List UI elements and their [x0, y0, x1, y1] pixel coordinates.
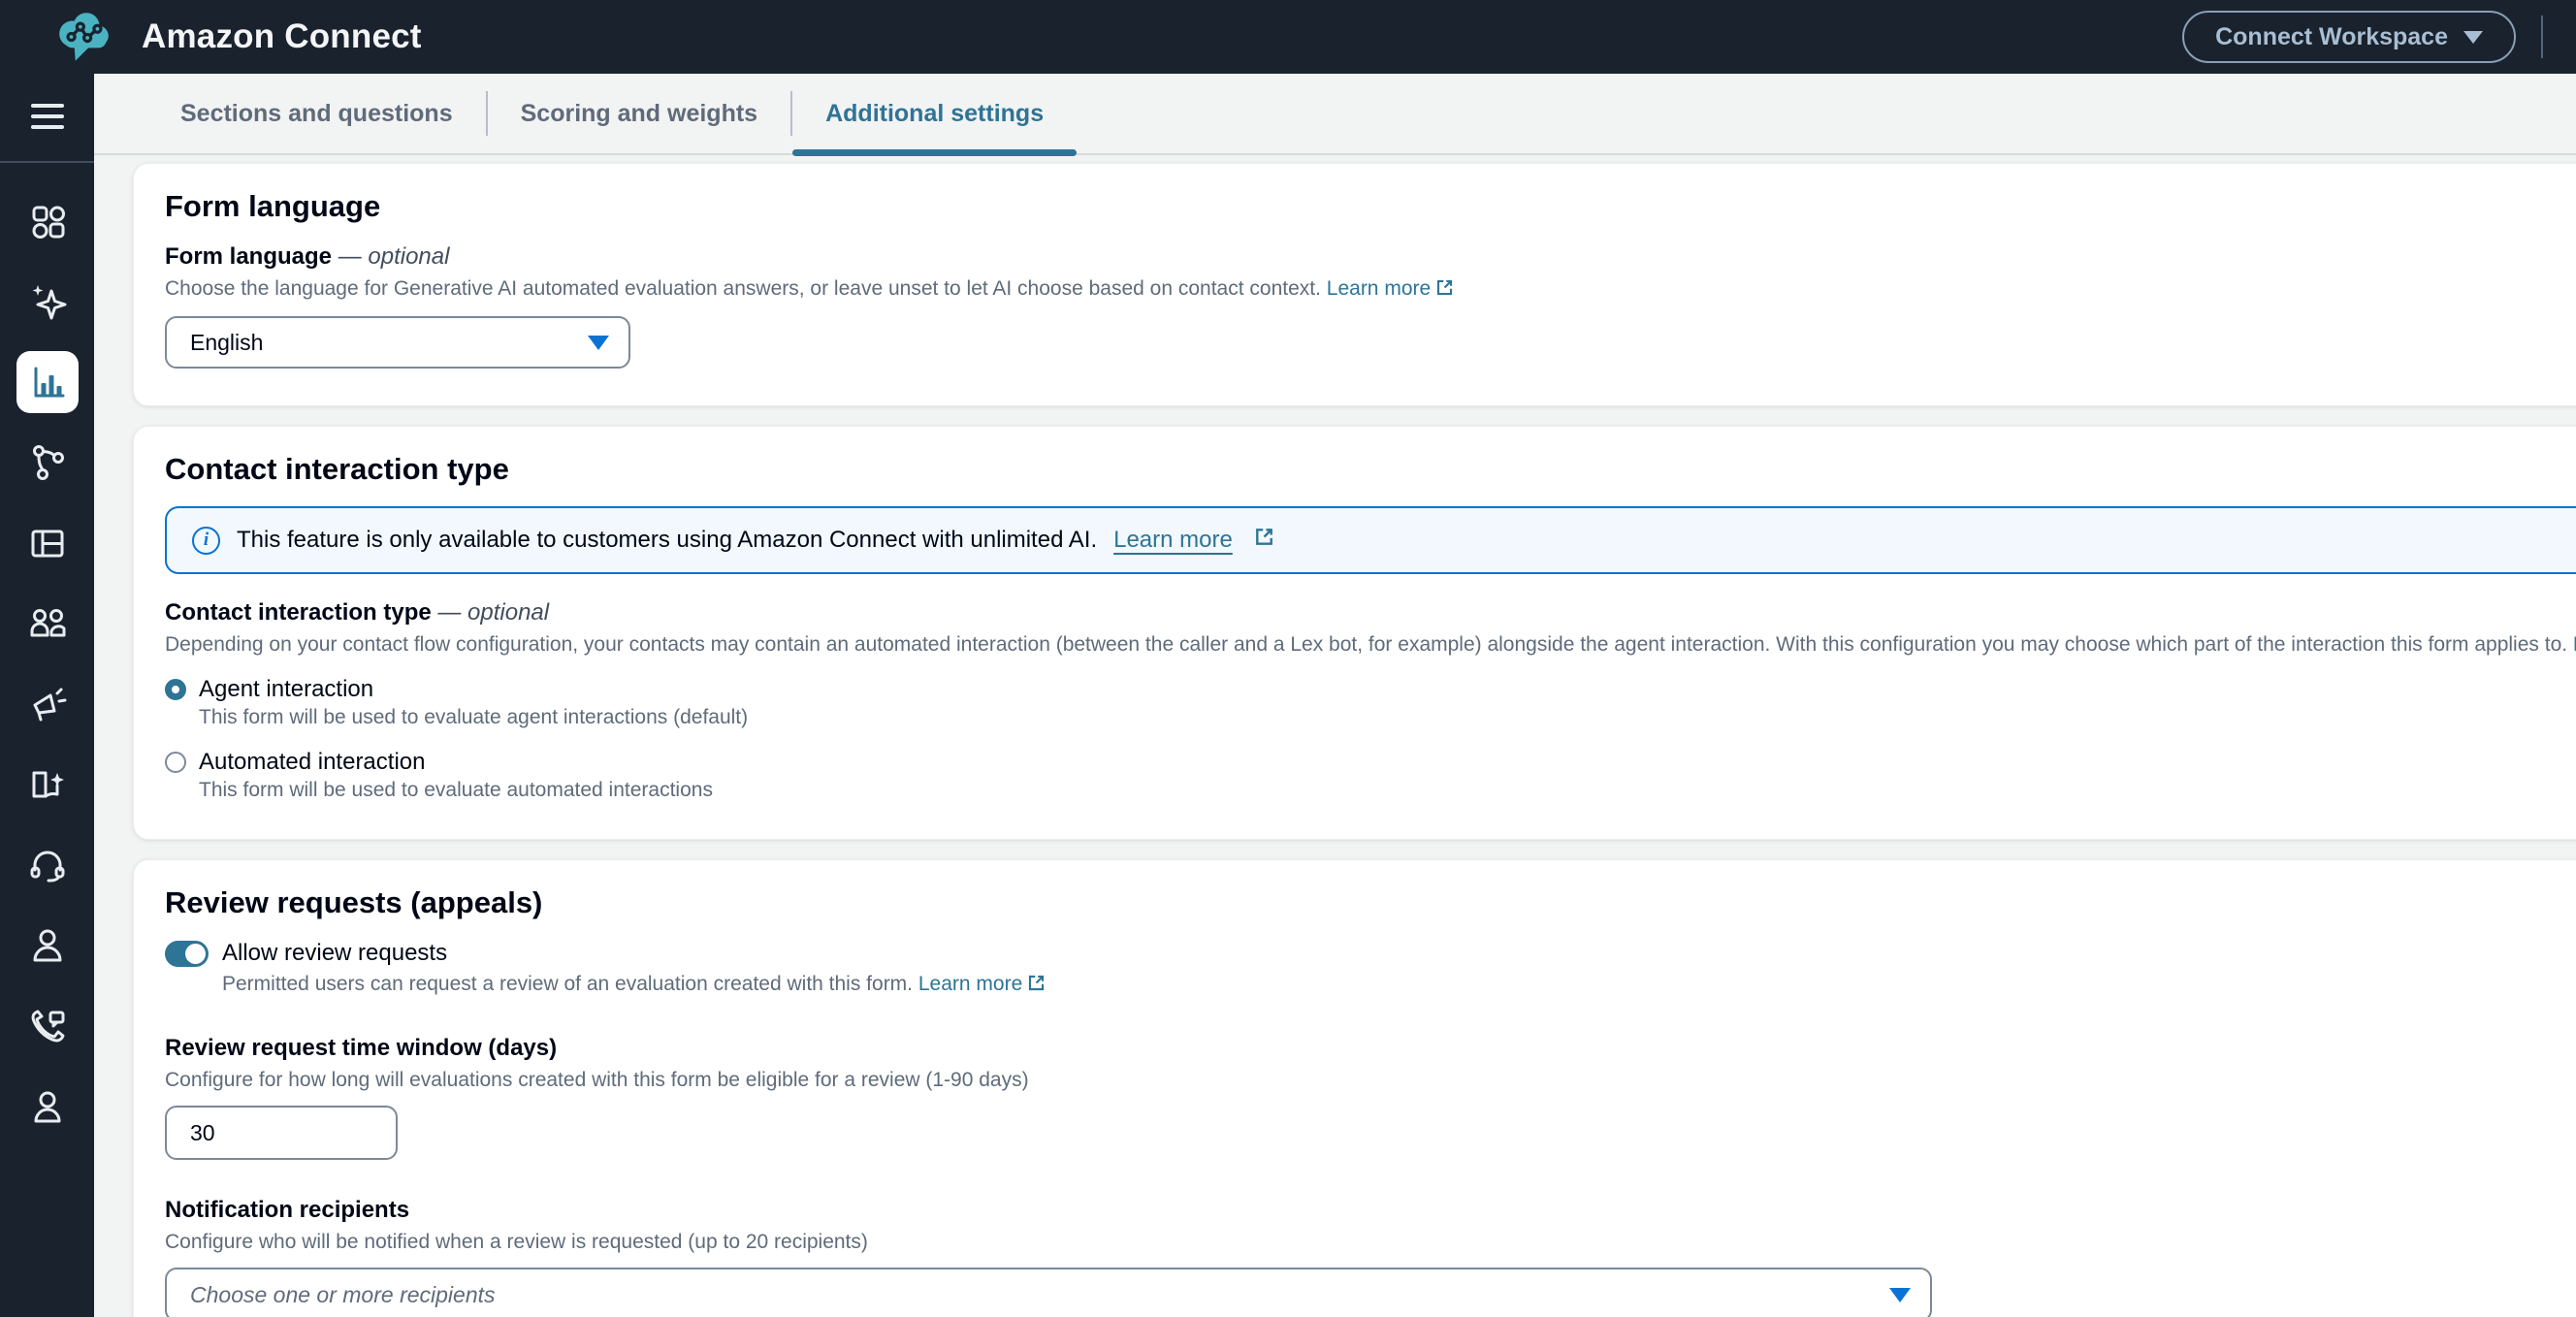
ai-sparkle-icon[interactable] [0, 261, 94, 341]
radio-automated-interaction[interactable]: Automated interaction [165, 749, 2576, 776]
header-divider [2541, 16, 2543, 58]
connect-workspace-button[interactable]: Connect Workspace [2182, 11, 2516, 63]
review-requests-card: Review requests (appeals) Allow review r… [133, 859, 2576, 1317]
tab-sections-and-questions[interactable]: Sections and questions [147, 74, 486, 154]
form-language-select[interactable]: English [165, 316, 630, 369]
caret-down-icon [588, 336, 609, 350]
external-link-icon [1027, 974, 1046, 998]
form-language-description: Choose the language for Generative AI au… [165, 277, 2576, 303]
external-link-icon [1435, 278, 1454, 303]
allow-review-requests-toggle[interactable] [165, 941, 209, 967]
active-nav-highlight [16, 351, 79, 413]
notification-recipients-description: Configure who will be notified when a re… [165, 1231, 2576, 1254]
contact-interaction-heading: Contact interaction type [165, 452, 2576, 487]
allow-review-requests-description: Permitted users can request a review of … [222, 973, 2576, 998]
profile-person-icon[interactable] [0, 1066, 94, 1146]
allow-review-requests-row: Allow review requests [165, 940, 2576, 967]
notification-recipients-label: Notification recipients [165, 1197, 2576, 1224]
notification-recipients-block: Notification recipients Configure who wi… [165, 1197, 2576, 1317]
banner-learn-more-link[interactable]: Learn more [1113, 527, 1233, 554]
time-window-description: Configure for how long will evaluations … [165, 1069, 2576, 1092]
headset-icon[interactable] [0, 824, 94, 905]
form-language-label: Form language — optional [165, 243, 2576, 271]
radio-unselected-icon[interactable] [165, 752, 186, 773]
info-banner-text: This feature is only available to custom… [237, 527, 1097, 554]
notification-recipients-select[interactable]: Choose one or more recipients [165, 1268, 1932, 1317]
main-content: Sections and questions Scoring and weigh… [94, 74, 2576, 1317]
phone-chat-icon[interactable] [0, 985, 94, 1066]
sidebar-divider [0, 161, 94, 163]
form-language-select-value: English [190, 330, 263, 356]
left-nav-sidebar [0, 74, 94, 1317]
radio-automated-interaction-description: This form will be used to evaluate autom… [199, 779, 2576, 802]
allow-review-requests-label: Allow review requests [222, 940, 447, 967]
form-tabs: Sections and questions Scoring and weigh… [94, 74, 2576, 155]
toggle-knob [185, 944, 206, 964]
info-icon: i [192, 527, 220, 555]
recipients-placeholder: Choose one or more recipients [190, 1282, 496, 1308]
caret-down-icon [1889, 1288, 1911, 1302]
contact-interaction-label: Contact interaction type — optional [165, 599, 2576, 626]
sidebar-nav [0, 180, 94, 1146]
radio-agent-interaction-description: This form will be used to evaluate agent… [199, 706, 2576, 729]
book-sparkle-icon[interactable] [0, 744, 94, 824]
form-language-learn-more-link[interactable]: Learn more [1327, 277, 1431, 300]
users-icon[interactable] [0, 583, 94, 663]
megaphone-icon[interactable] [0, 663, 94, 744]
menu-icon[interactable] [0, 74, 94, 144]
contact-interaction-card: Contact interaction type i This feature … [133, 426, 2576, 840]
caret-down-icon [2463, 31, 2483, 44]
form-language-heading: Form language [165, 189, 2576, 224]
person-icon[interactable] [0, 905, 94, 985]
time-window-input[interactable] [165, 1106, 398, 1160]
contact-interaction-description: Depending on your contact flow configura… [165, 633, 2576, 657]
app-title: Amazon Connect [142, 17, 422, 56]
apps-grid-icon[interactable] [0, 180, 94, 261]
time-window-block: Review request time window (days) Config… [165, 1035, 2576, 1160]
amazon-connect-logo: Amazon Connect [54, 9, 422, 65]
radio-selected-icon[interactable] [165, 679, 186, 700]
app-header: Amazon Connect Connect Workspace [0, 0, 2576, 74]
flows-branch-icon[interactable] [0, 422, 94, 502]
info-banner: i This feature is only available to cust… [165, 506, 2576, 574]
layout-panels-icon[interactable] [0, 502, 94, 583]
review-requests-learn-more-link[interactable]: Learn more [918, 973, 1022, 995]
additional-settings-panel: Form language Form language — optional C… [94, 155, 2576, 1317]
tab-scoring-and-weights[interactable]: Scoring and weights [488, 74, 790, 154]
cloud-logo-icon [54, 9, 114, 65]
time-window-label: Review request time window (days) [165, 1035, 2576, 1062]
analytics-bar-chart-icon[interactable] [0, 341, 94, 422]
radio-agent-interaction[interactable]: Agent interaction [165, 676, 2576, 703]
optional-suffix: — optional [338, 243, 450, 270]
review-requests-heading: Review requests (appeals) [165, 885, 2576, 920]
optional-suffix: — optional [437, 599, 549, 626]
external-link-icon [1254, 527, 1274, 554]
connect-workspace-label: Connect Workspace [2215, 23, 2448, 51]
form-language-card: Form language Form language — optional C… [133, 163, 2576, 406]
tab-additional-settings[interactable]: Additional settings [792, 74, 1077, 154]
